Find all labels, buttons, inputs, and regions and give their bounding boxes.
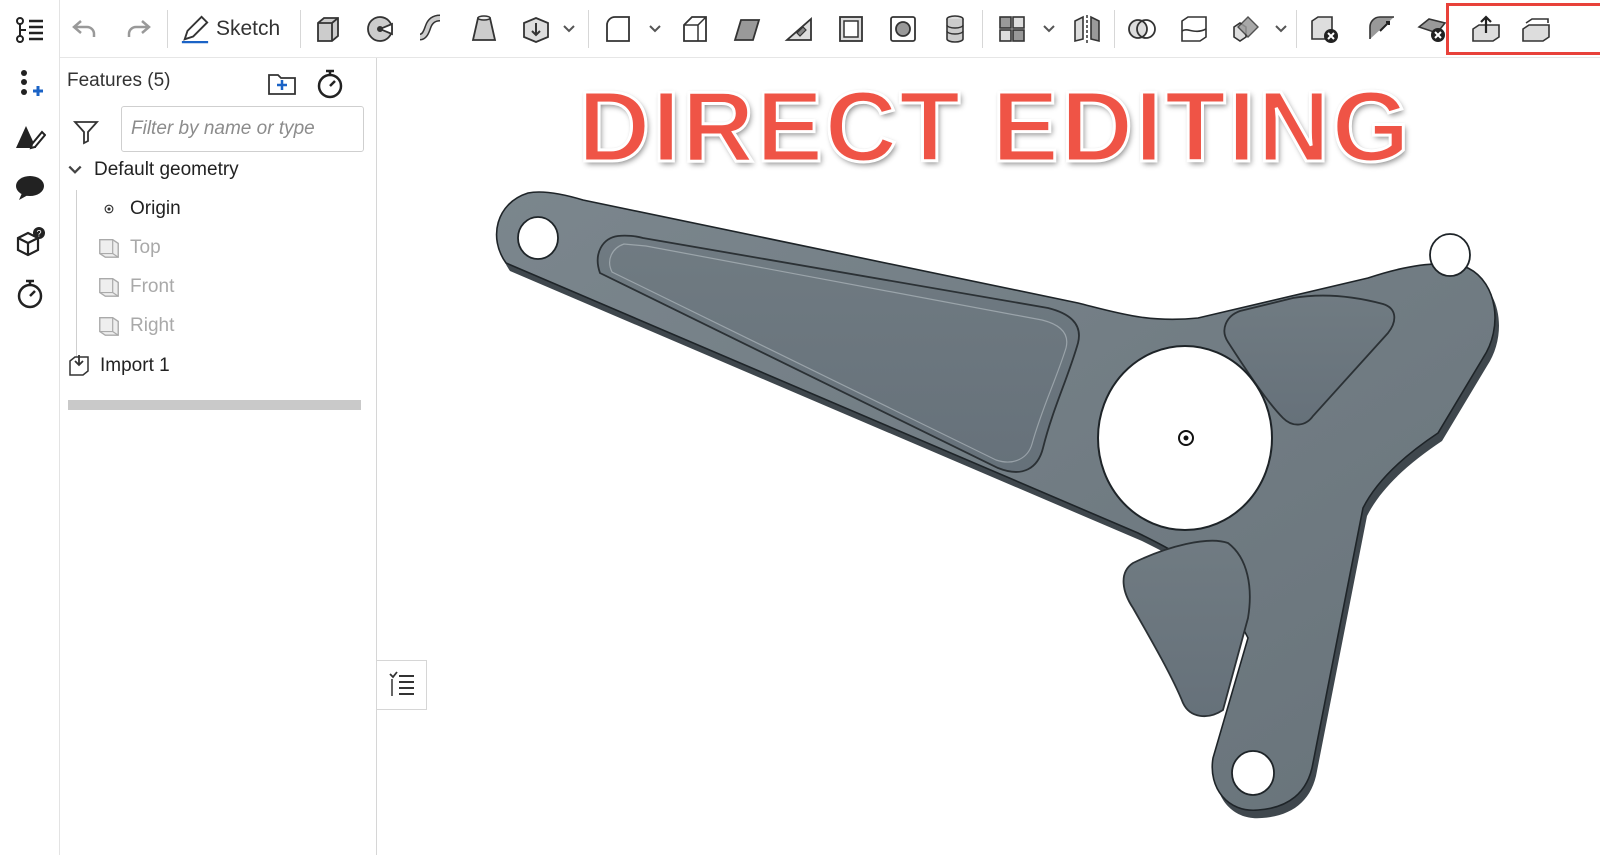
toolbar: Sketch <box>60 0 1600 58</box>
tree-item-label: Import 1 <box>100 355 170 376</box>
chevron-down-icon[interactable] <box>1040 22 1058 36</box>
tree-item-default-geometry[interactable]: Default geometry <box>64 155 239 185</box>
thicken-icon[interactable] <box>516 9 556 49</box>
stopwatch-icon[interactable] <box>314 68 346 100</box>
svg-text:?: ? <box>36 229 41 239</box>
mass-properties-icon[interactable]: ? <box>10 222 50 262</box>
tree-item-front-plane[interactable]: Front <box>96 272 174 302</box>
hole-icon[interactable] <box>883 9 923 49</box>
pocket-large <box>596 234 1080 473</box>
origin-marker-dot <box>1183 435 1189 441</box>
tree-item-top-plane[interactable]: Top <box>96 233 161 263</box>
sweep-icon[interactable] <box>412 9 452 49</box>
stopwatch-icon[interactable] <box>10 274 50 314</box>
plane-icon <box>96 235 122 261</box>
tree-item-import[interactable]: Import 1 <box>66 351 170 381</box>
rib-icon[interactable] <box>779 9 819 49</box>
hole-right <box>1429 233 1471 277</box>
left-rail: ? <box>0 0 60 855</box>
add-folder-icon[interactable] <box>266 68 298 100</box>
fillet-icon[interactable] <box>598 9 638 49</box>
pocket-bottom <box>1122 539 1251 718</box>
mirror-icon[interactable] <box>1067 9 1107 49</box>
boolean-icon[interactable] <box>1122 9 1162 49</box>
tree-item-label: Right <box>130 315 175 336</box>
toolbar-separator <box>167 10 168 48</box>
tree-item-right-plane[interactable]: Right <box>96 311 174 341</box>
rollback-bar[interactable] <box>68 400 361 410</box>
chevron-down-icon[interactable] <box>64 157 86 183</box>
tree-connector <box>76 190 77 358</box>
pencil-icon <box>181 15 209 44</box>
undo-icon[interactable] <box>65 9 105 49</box>
filter-icon[interactable] <box>72 118 100 146</box>
transform-icon[interactable] <box>1226 9 1266 49</box>
toolbar-separator <box>588 10 589 48</box>
chevron-down-icon[interactable] <box>646 22 664 36</box>
filter-input[interactable] <box>121 106 364 152</box>
toolbar-separator <box>1296 10 1297 48</box>
plane-icon <box>96 313 122 339</box>
feature-list-icon[interactable] <box>10 10 50 50</box>
revolve-icon[interactable] <box>360 9 400 49</box>
thread-icon[interactable] <box>935 9 975 49</box>
shell-icon[interactable] <box>831 9 871 49</box>
loft-icon[interactable] <box>464 9 504 49</box>
graphics-viewport[interactable]: DIRECT EDITING <box>378 58 1600 855</box>
hole-left <box>517 216 559 260</box>
chevron-down-icon[interactable] <box>560 22 578 36</box>
tree-item-origin[interactable]: Origin <box>96 194 181 224</box>
toolbar-separator <box>982 10 983 48</box>
tree-item-label: Default geometry <box>94 159 239 180</box>
pattern-icon[interactable] <box>992 9 1032 49</box>
toolbar-separator <box>1114 10 1115 48</box>
origin-icon <box>96 196 122 222</box>
hole-bottom <box>1231 750 1275 796</box>
features-title: Features (5) <box>67 70 171 91</box>
toolbar-separator <box>300 10 301 48</box>
extrude-icon[interactable] <box>308 9 348 49</box>
features-panel: Features (5) Default geometry Origin Top… <box>60 58 377 855</box>
sketch-label: Sketch <box>216 17 281 40</box>
modify-fillet-icon[interactable] <box>1362 9 1402 49</box>
chamfer-icon[interactable] <box>675 9 715 49</box>
import-icon <box>66 353 92 379</box>
direct-editing-banner: DIRECT EDITING <box>577 70 1412 185</box>
draft-icon[interactable] <box>727 9 767 49</box>
direct-editing-highlight <box>1446 3 1600 55</box>
plane-icon <box>96 274 122 300</box>
redo-icon[interactable] <box>118 9 158 49</box>
split-icon[interactable] <box>1174 9 1214 49</box>
comments-icon[interactable] <box>10 168 50 208</box>
chevron-down-icon[interactable] <box>1272 22 1290 36</box>
sketch-button[interactable]: Sketch <box>180 11 288 47</box>
insert-part-icon[interactable] <box>10 64 50 104</box>
tree-item-label: Front <box>130 276 175 297</box>
tree-item-label: Origin <box>130 198 181 219</box>
delete-part-icon[interactable] <box>1304 9 1344 49</box>
appearance-icon[interactable] <box>10 116 50 156</box>
tree-item-label: Top <box>130 237 161 258</box>
